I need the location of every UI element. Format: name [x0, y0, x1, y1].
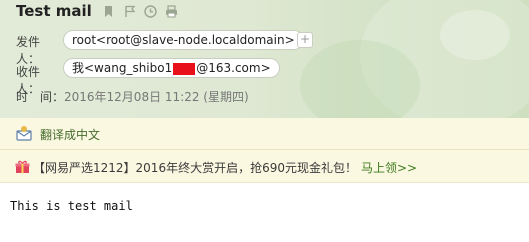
recipient-chip[interactable]: 我<wang_shibo1 @163.com> — [63, 58, 280, 78]
header-decoration — [440, 10, 510, 60]
time-label: 时 间： — [16, 90, 65, 104]
sender-chip[interactable]: root<root@slave-node.localdomain> — [63, 30, 304, 50]
flag-icon[interactable] — [122, 4, 137, 19]
translate-bar: 翻译成中文 — [0, 118, 529, 150]
add-contact-button[interactable]: + — [297, 32, 313, 48]
from-label: 发件人： — [16, 35, 41, 66]
translate-icon[interactable] — [16, 125, 32, 141]
recipient-prefix: 我<wang_shibo1 — [72, 61, 173, 75]
recipient-suffix: @163.com> — [196, 61, 271, 75]
promo-text[interactable]: 【网易严选1212】2016年终大赏开启，抢690元现金礼包！ — [33, 159, 357, 176]
time-row: 时 间： 2016年12月08日 11:22 (星期四) — [16, 88, 249, 105]
gift-icon — [15, 159, 30, 173]
print-icon[interactable] — [164, 4, 179, 19]
from-row: 发件人： — [16, 33, 62, 67]
time-value: 2016年12月08日 11:22 (星期四) — [64, 90, 249, 104]
subject-actions — [101, 4, 179, 19]
promo-bar: 【网易严选1212】2016年终大赏开启，抢690元现金礼包！ 马上领>> — [0, 150, 529, 183]
mail-subject: Test mail — [16, 2, 92, 20]
mail-header: Test mail 发件人： root<root@slave-node.loca… — [0, 0, 529, 118]
translate-link[interactable]: 翻译成中文 — [40, 126, 100, 143]
promo-link[interactable]: 马上领>> — [361, 159, 417, 176]
redaction-mark — [173, 62, 196, 75]
clock-icon[interactable] — [143, 4, 158, 19]
mail-body: This is test mail — [10, 199, 133, 213]
bookmark-icon[interactable] — [101, 4, 116, 19]
